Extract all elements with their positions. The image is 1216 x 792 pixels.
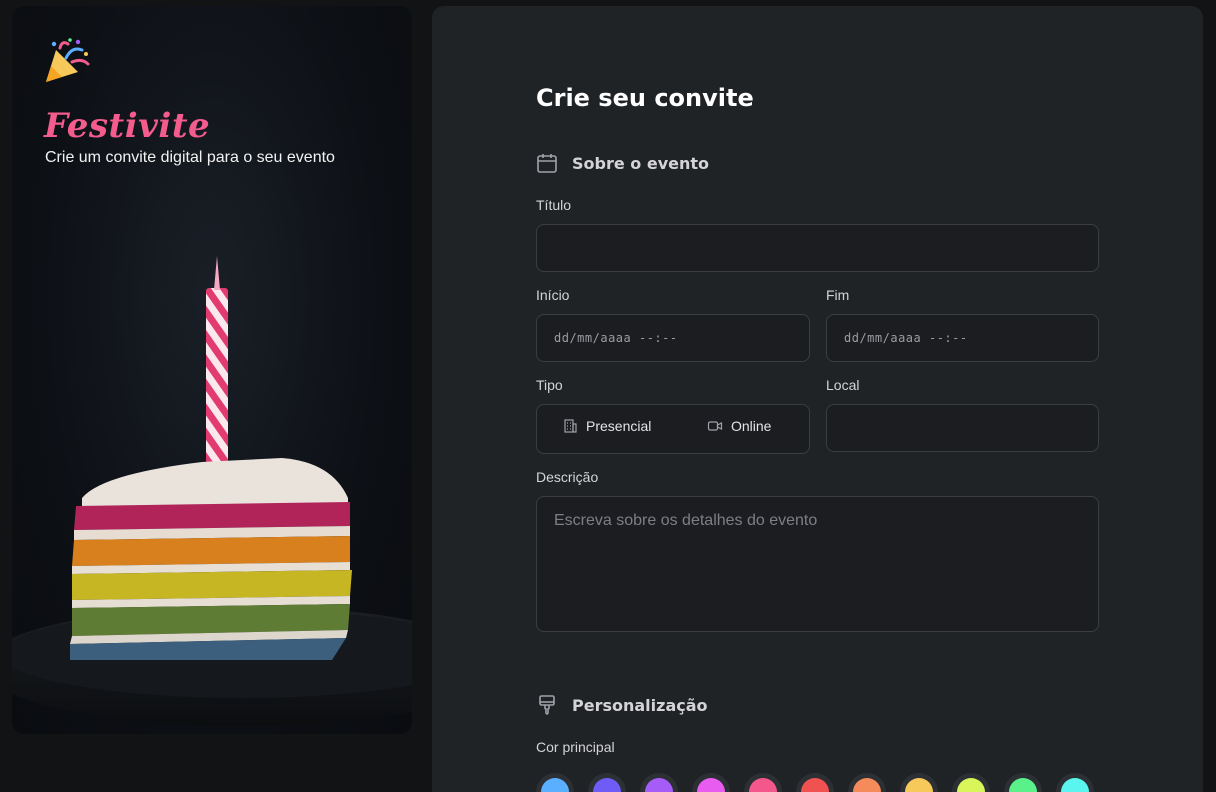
local-label: Local [826,377,860,393]
section-custom-title: Personalização [572,695,708,715]
tagline: Crie um convite digital para o seu event… [45,149,335,166]
color-swatch-dot [905,778,933,792]
tipo-presencial-option[interactable]: Presencial [562,418,651,434]
inicio-label: Início [536,287,570,303]
local-input[interactable] [826,404,1099,452]
paintbrush-icon [539,695,555,715]
tipo-label: Tipo [536,377,563,393]
cake-image [12,256,412,726]
fim-datetime-input[interactable]: dd/mm/aaaa --:-- [826,314,1099,362]
color-swatch-dot [1061,778,1089,792]
tipo-online-label: Online [731,418,772,434]
brand-name: Festivite [44,106,211,146]
video-icon [707,421,723,431]
fim-label: Fim [826,287,850,303]
descricao-label: Descrição [536,469,599,485]
tipo-toggle[interactable]: Presencial Online [536,404,810,454]
color-swatch-10[interactable] [1004,773,1042,792]
descricao-placeholder: Escreva sobre os detalhes do evento [554,512,818,529]
cor-label: Cor principal [536,739,615,755]
color-swatch-dot [593,778,621,792]
tipo-online-option[interactable]: Online [707,418,771,434]
section-event-title: Sobre o evento [572,153,710,173]
inicio-value: dd/mm/aaaa --:-- [554,331,678,345]
inicio-datetime-input[interactable]: dd/mm/aaaa --:-- [536,314,810,362]
color-swatch-6[interactable] [796,773,834,792]
tipo-presencial-label: Presencial [586,418,652,434]
color-swatch-2[interactable] [588,773,626,792]
building-icon [564,419,577,433]
color-swatch-dot [853,778,881,792]
color-swatch-dot [541,778,569,792]
color-swatch-8[interactable] [900,773,938,792]
color-swatch-11[interactable] [1056,773,1094,792]
color-swatch-1[interactable] [536,773,574,792]
form-panel: Crie seu convite Sobre o evento Título I… [432,6,1203,792]
descricao-textarea[interactable]: Escreva sobre os detalhes do evento [536,496,1099,632]
section-custom-header: Personalização [536,694,708,716]
color-swatch-4[interactable] [692,773,730,792]
titulo-label: Título [536,197,572,213]
color-swatch-dot [957,778,985,792]
page-title: Crie seu convite [536,84,754,112]
color-swatch-3[interactable] [640,773,678,792]
titulo-input[interactable] [536,224,1099,272]
color-swatches [536,773,1094,792]
color-swatch-dot [645,778,673,792]
color-swatch-5[interactable] [744,773,782,792]
calendar-icon [537,154,557,173]
section-event-header: Sobre o evento [536,152,709,174]
color-swatch-9[interactable] [952,773,990,792]
color-swatch-7[interactable] [848,773,886,792]
color-swatch-dot [1009,778,1037,792]
color-swatch-dot [749,778,777,792]
fim-value: dd/mm/aaaa --:-- [844,331,968,345]
color-swatch-dot [801,778,829,792]
color-swatch-dot [697,778,725,792]
hero-card: Festivite Crie um convite digital para o… [12,6,412,734]
party-popper-icon [46,38,90,82]
